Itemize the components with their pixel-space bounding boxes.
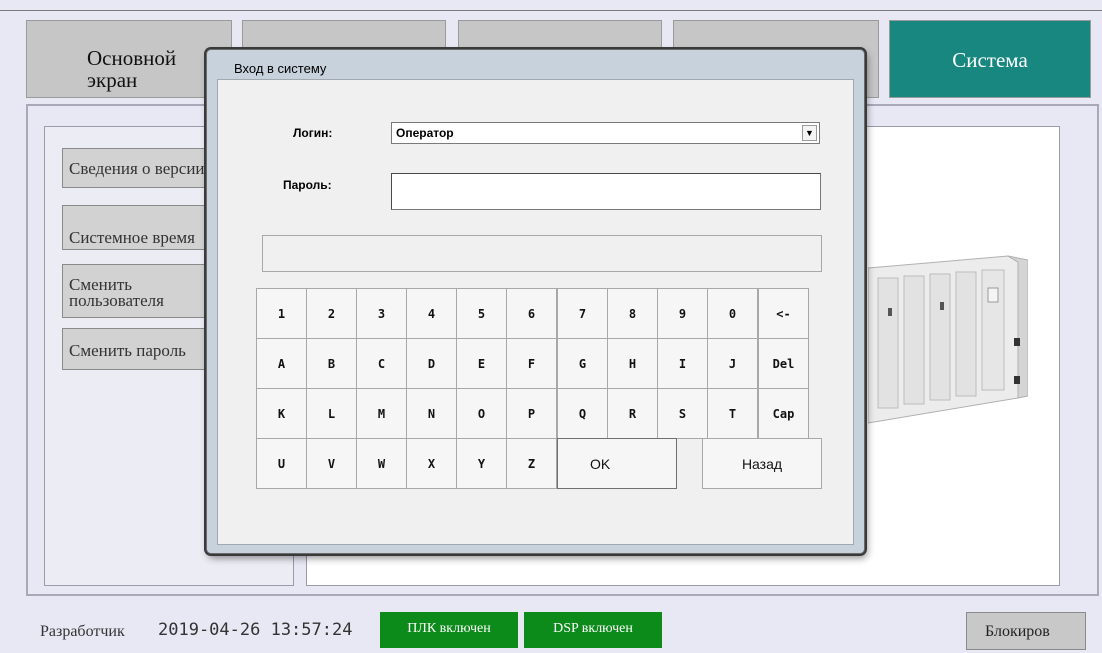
dsp-status-badge: DSP включен	[524, 612, 662, 648]
key-s[interactable]: S	[657, 388, 708, 439]
ok-button[interactable]: OK	[557, 438, 677, 489]
key-1[interactable]: 1	[256, 288, 307, 339]
key-n[interactable]: N	[406, 388, 457, 439]
key-7[interactable]: 7	[557, 288, 608, 339]
key-e[interactable]: E	[456, 338, 507, 389]
key-r[interactable]: R	[607, 388, 658, 439]
user-role: Разработчик	[40, 623, 125, 640]
login-select-value: Оператор	[396, 126, 454, 140]
sidebar-item-label: Сменить пароль	[69, 341, 186, 360]
back-button[interactable]: Назад	[702, 438, 822, 489]
key-v[interactable]: V	[306, 438, 357, 489]
key-f[interactable]: F	[506, 338, 557, 389]
key-k[interactable]: K	[256, 388, 307, 439]
key-a[interactable]: A	[256, 338, 307, 389]
key-d[interactable]: D	[406, 338, 457, 389]
key-q[interactable]: Q	[557, 388, 608, 439]
login-dialog: Вход в систему Логин: Оператор ▼ Пароль:…	[206, 49, 865, 554]
key-4[interactable]: 4	[406, 288, 457, 339]
plc-status-badge: ПЛК включен	[380, 612, 518, 648]
key-6[interactable]: 6	[506, 288, 557, 339]
on-screen-keyboard: 1 2 3 4 5 6 7 8 9 0 <- A B C D E F G H I…	[256, 288, 822, 490]
key-x[interactable]: X	[406, 438, 457, 489]
sidebar-item-label: Системное время	[69, 228, 195, 247]
cabinet-image	[868, 255, 1028, 424]
key-0[interactable]: 0	[707, 288, 758, 339]
dialog-body: Логин: Оператор ▼ Пароль: 1 2 3 4 5 6 7 …	[217, 79, 854, 545]
key-backspace[interactable]: <-	[758, 288, 809, 339]
key-y[interactable]: Y	[456, 438, 507, 489]
key-z[interactable]: Z	[506, 438, 557, 489]
message-bar	[262, 235, 822, 272]
status-datetime: 2019-04-26 13:57:24	[158, 620, 353, 640]
key-cap[interactable]: Cap	[758, 388, 809, 439]
key-5[interactable]: 5	[456, 288, 507, 339]
chevron-down-icon[interactable]: ▼	[802, 125, 817, 141]
key-h[interactable]: H	[607, 338, 658, 389]
password-field[interactable]	[391, 173, 821, 210]
key-c[interactable]: C	[356, 338, 407, 389]
dialog-title: Вход в систему	[234, 61, 327, 76]
key-g[interactable]: G	[557, 338, 608, 389]
key-w[interactable]: W	[356, 438, 407, 489]
key-3[interactable]: 3	[356, 288, 407, 339]
sidebar-item-label: Сведения о версии	[69, 159, 205, 178]
login-select[interactable]: Оператор ▼	[391, 122, 820, 144]
key-b[interactable]: B	[306, 338, 357, 389]
key-u[interactable]: U	[256, 438, 307, 489]
key-m[interactable]: M	[356, 388, 407, 439]
key-i[interactable]: I	[657, 338, 708, 389]
key-2[interactable]: 2	[306, 288, 357, 339]
top-rule	[0, 10, 1102, 11]
key-t[interactable]: T	[707, 388, 758, 439]
key-8[interactable]: 8	[607, 288, 658, 339]
key-l[interactable]: L	[306, 388, 357, 439]
key-o[interactable]: O	[456, 388, 507, 439]
key-9[interactable]: 9	[657, 288, 708, 339]
tab-system[interactable]: Система	[889, 20, 1091, 98]
key-j[interactable]: J	[707, 338, 758, 389]
tab-main-screen[interactable]: Основной экран	[26, 20, 232, 98]
password-label: Пароль:	[283, 178, 332, 192]
key-del[interactable]: Del	[758, 338, 809, 389]
lock-button[interactable]: Блокиров	[966, 612, 1086, 650]
key-p[interactable]: P	[506, 388, 557, 439]
login-label: Логин:	[293, 126, 333, 140]
